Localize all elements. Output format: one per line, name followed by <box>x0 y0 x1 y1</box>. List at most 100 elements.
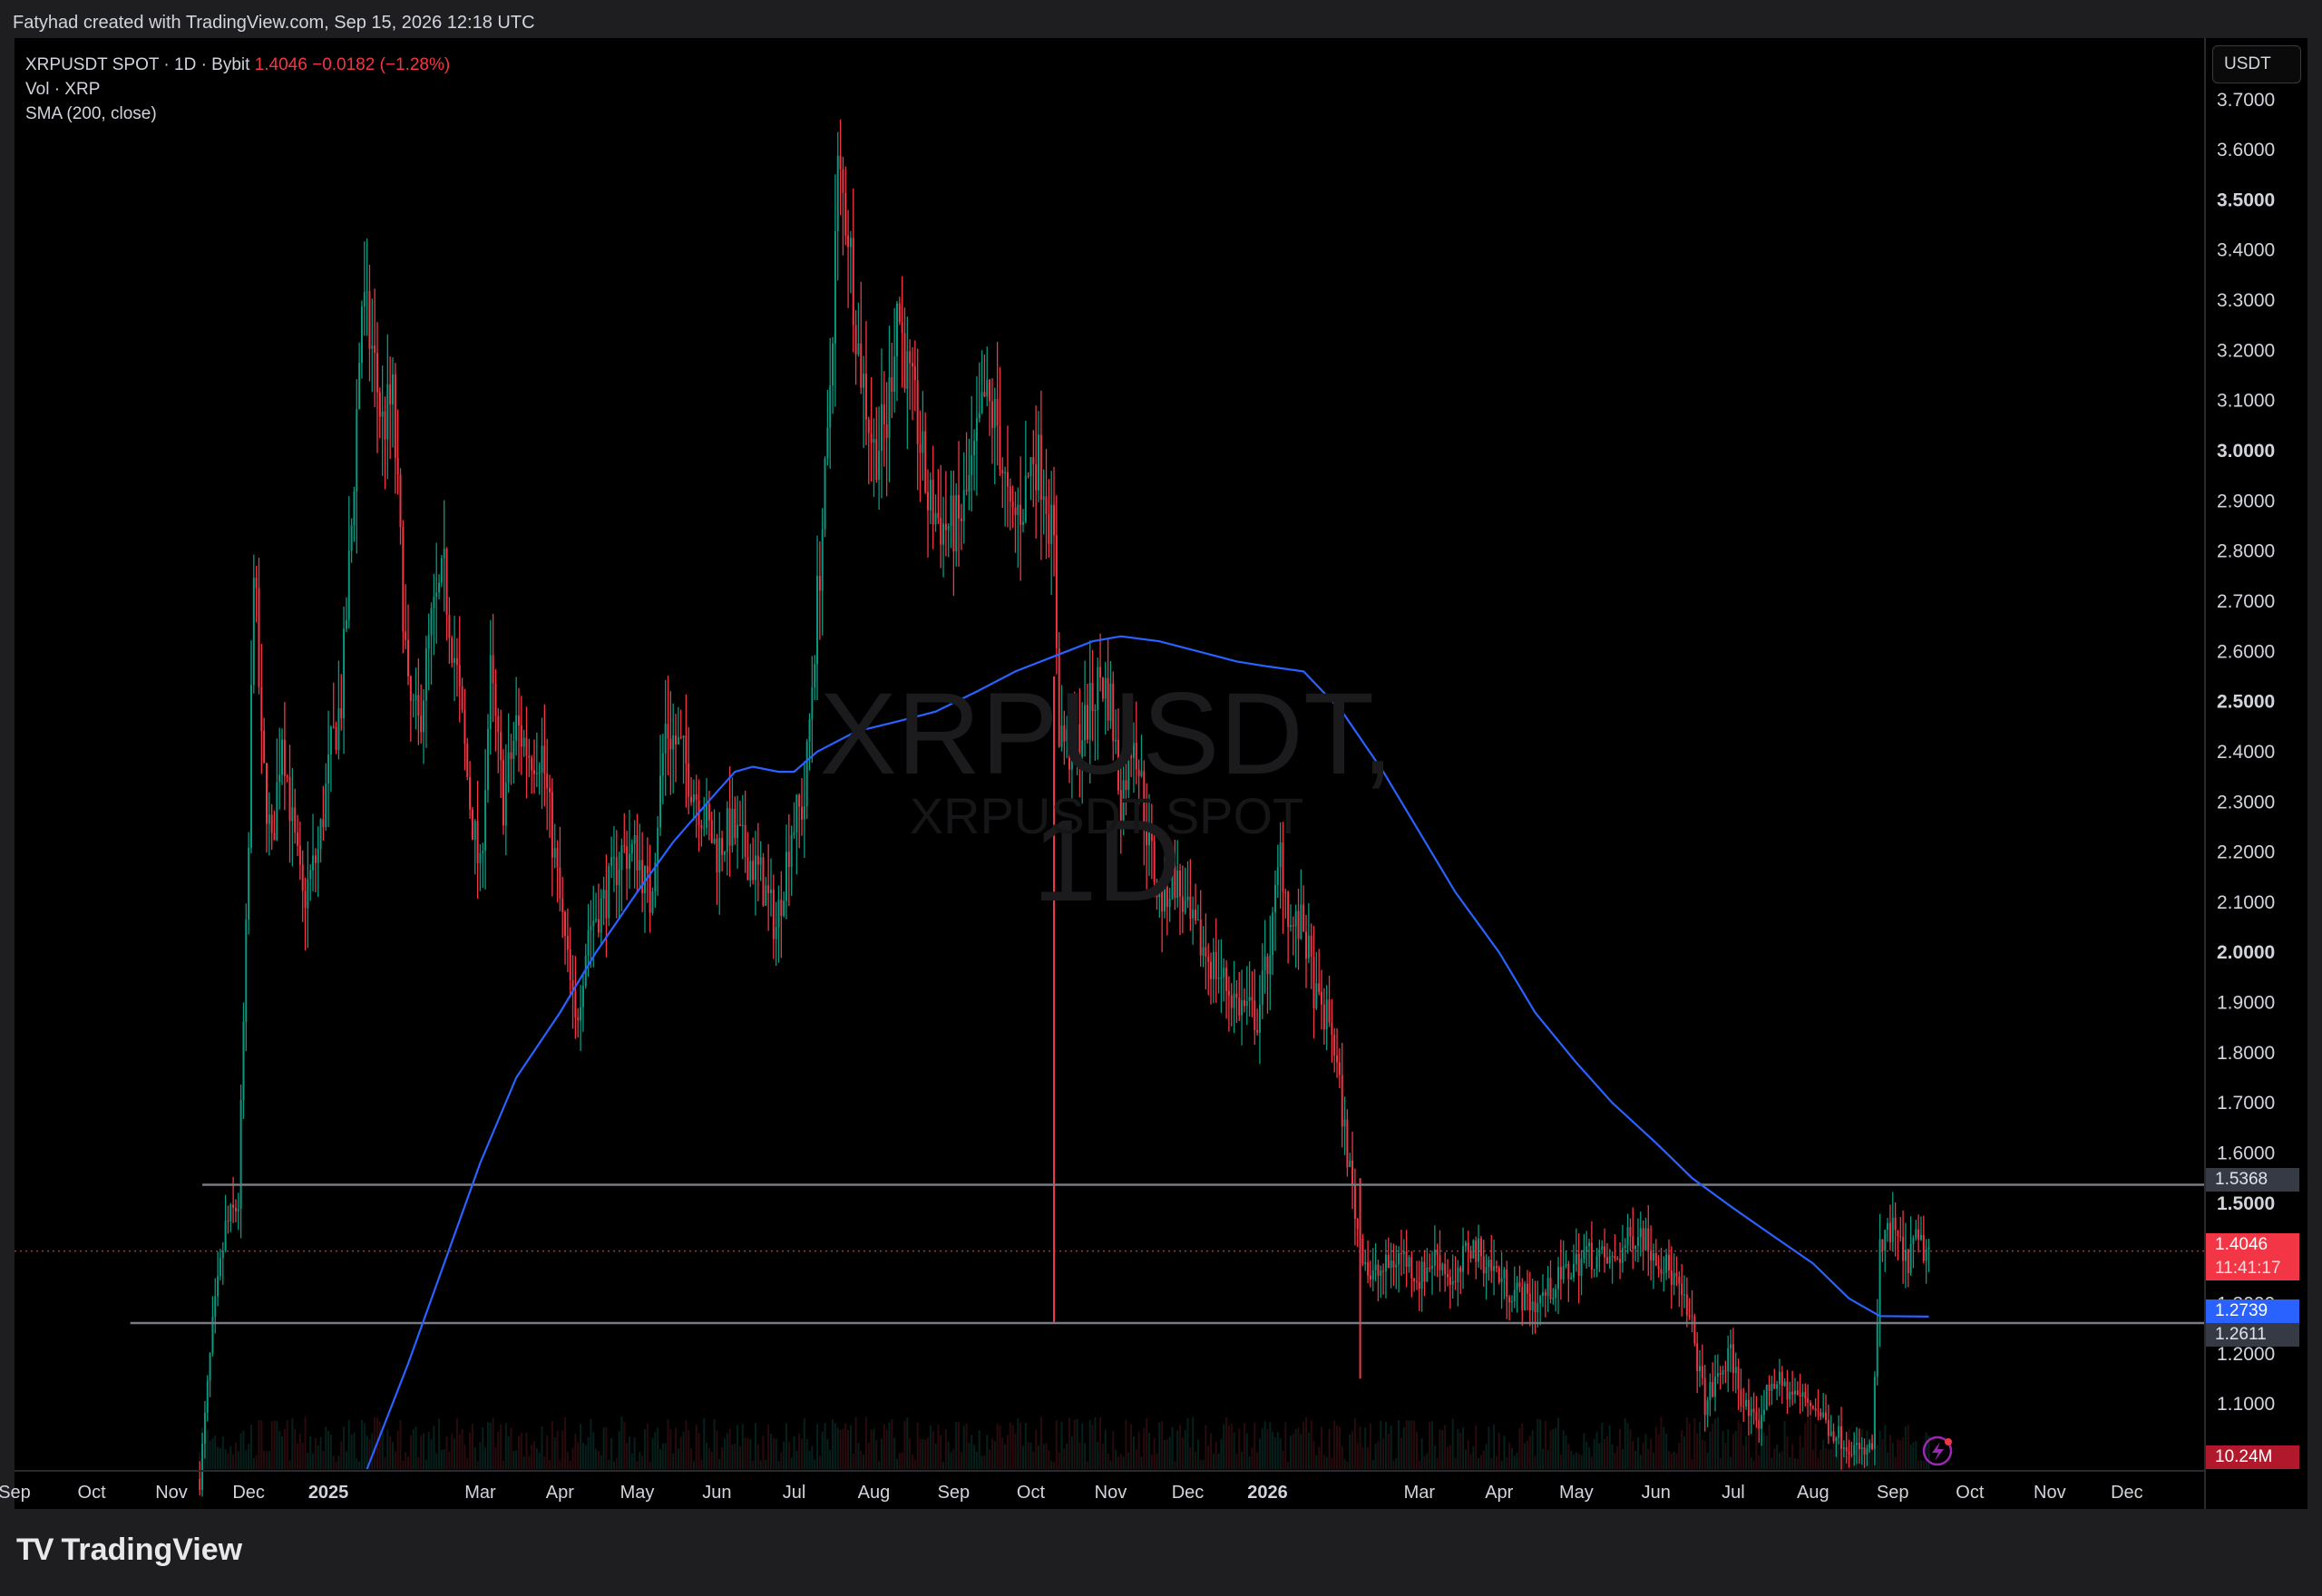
legend-symbol: XRPUSDT SPOT · 1D · Bybit <box>25 55 250 74</box>
price-tick-label: 2.3000 <box>2217 792 2275 813</box>
volume-bar <box>821 1431 824 1469</box>
tradingview-logo[interactable]: TV TradingView <box>16 1533 242 1568</box>
support-price-tag: 1.2611 <box>2206 1323 2299 1347</box>
volume-bar <box>1793 1458 1796 1469</box>
price-axis[interactable]: 1.00001.10001.20001.30001.50001.60001.70… <box>2204 38 2275 1509</box>
volume-bar <box>1351 1431 1354 1469</box>
candle-body <box>1577 1253 1580 1276</box>
volume-bar <box>1233 1432 1235 1469</box>
volume-bar <box>958 1421 961 1469</box>
candle-body <box>1441 1263 1444 1270</box>
candle-body <box>612 857 615 859</box>
candle-body <box>203 1412 206 1445</box>
volume-bar <box>857 1443 860 1469</box>
volume-bar <box>206 1429 209 1469</box>
volume-bar <box>682 1431 685 1469</box>
candle-body <box>1616 1258 1619 1260</box>
candle-body <box>600 898 602 933</box>
candle-body <box>1786 1381 1789 1400</box>
candle-body <box>1559 1267 1562 1280</box>
volume-bar <box>1081 1423 1084 1469</box>
legend-symbol-row[interactable]: XRPUSDT SPOT · 1D · Bybit 1.4046 −0.0182… <box>25 53 450 77</box>
candle-body <box>1878 1239 1881 1324</box>
candle-body <box>1488 1260 1490 1268</box>
candle-body <box>263 730 266 764</box>
candle-body <box>867 419 870 433</box>
volume-bar <box>1636 1437 1639 1469</box>
volume-bar <box>281 1435 284 1469</box>
candle-body <box>723 852 726 855</box>
candle-body <box>1650 1250 1653 1261</box>
volume-bar <box>1776 1444 1779 1469</box>
volume-bar <box>1730 1456 1732 1469</box>
candle-body <box>486 728 489 791</box>
volume-bar <box>1210 1433 1213 1469</box>
volume-bar <box>1469 1454 1472 1469</box>
candle-body <box>1673 1272 1675 1285</box>
time-tick-label: Aug <box>1797 1483 1829 1503</box>
volume-bar <box>1269 1421 1272 1469</box>
candle-body <box>1590 1242 1593 1270</box>
chart-legend: XRPUSDT SPOT · 1D · Bybit 1.4046 −0.0182… <box>25 53 450 126</box>
candle-body <box>389 384 392 404</box>
volume-bar <box>1343 1458 1346 1469</box>
volume-bar <box>1616 1445 1619 1469</box>
volume-bar <box>1771 1457 1773 1469</box>
candle-body <box>1405 1251 1408 1268</box>
candle-body <box>1773 1384 1776 1389</box>
volume-bar <box>1284 1422 1287 1469</box>
volume-bar <box>1107 1454 1109 1469</box>
volume-bar <box>1577 1453 1580 1469</box>
candle-body <box>1629 1227 1632 1237</box>
candle-body <box>245 920 248 1023</box>
candle-body <box>482 851 484 853</box>
volume-bar <box>543 1455 546 1469</box>
candle-body <box>1567 1263 1570 1280</box>
candle-body <box>1742 1406 1745 1407</box>
candle-body <box>1884 1230 1887 1251</box>
price-tick-label: 2.8000 <box>2217 541 2275 562</box>
volume-bar <box>849 1425 852 1469</box>
candle-body <box>1017 504 1020 515</box>
candle-body <box>494 683 497 716</box>
volume-bar <box>952 1448 955 1469</box>
volume-bar <box>448 1451 451 1469</box>
volume-bar <box>515 1450 518 1469</box>
candle-body <box>1899 1236 1902 1238</box>
volume-bar <box>1712 1423 1714 1469</box>
candle-body <box>1475 1241 1478 1262</box>
candle-body <box>1429 1267 1431 1269</box>
candle-body <box>1199 920 1202 956</box>
volume-bar <box>965 1423 968 1469</box>
volume-bar <box>737 1425 739 1469</box>
candle-body <box>301 864 304 891</box>
volume-bar <box>1593 1438 1595 1469</box>
time-axis[interactable]: Sep Oct Nov Dec 2025 Mar Apr May Jun Jul Aug Sep Oct… <box>0 1470 2205 1503</box>
candle-body <box>1755 1412 1758 1421</box>
candle-body <box>864 374 867 420</box>
candle-body <box>944 523 947 530</box>
legend-volume[interactable]: Vol · XRP <box>25 77 450 102</box>
candle-body <box>749 861 752 881</box>
candle-body <box>347 550 350 620</box>
candle-body <box>999 425 1001 471</box>
volume-bar <box>1241 1451 1244 1469</box>
volume-bar <box>587 1436 590 1469</box>
volume-bar <box>1158 1422 1161 1469</box>
legend-sma[interactable]: SMA (200, close) <box>25 102 450 126</box>
volume-bar <box>1088 1419 1091 1469</box>
volume-bar <box>1654 1426 1657 1469</box>
candle-body <box>1807 1397 1810 1403</box>
volume-bar <box>409 1435 412 1469</box>
currency-selector[interactable]: USDT <box>2212 45 2301 83</box>
volume-bar <box>471 1424 473 1469</box>
volume-bar <box>1243 1423 1245 1469</box>
volume-bar <box>592 1432 595 1469</box>
volume-bar <box>412 1429 415 1469</box>
candle-body <box>1459 1267 1462 1272</box>
candle-body <box>965 490 968 491</box>
volume-bar <box>1737 1420 1740 1469</box>
candle-body <box>1524 1283 1527 1310</box>
volume-bar <box>1619 1428 1622 1469</box>
candle-body <box>975 418 978 442</box>
